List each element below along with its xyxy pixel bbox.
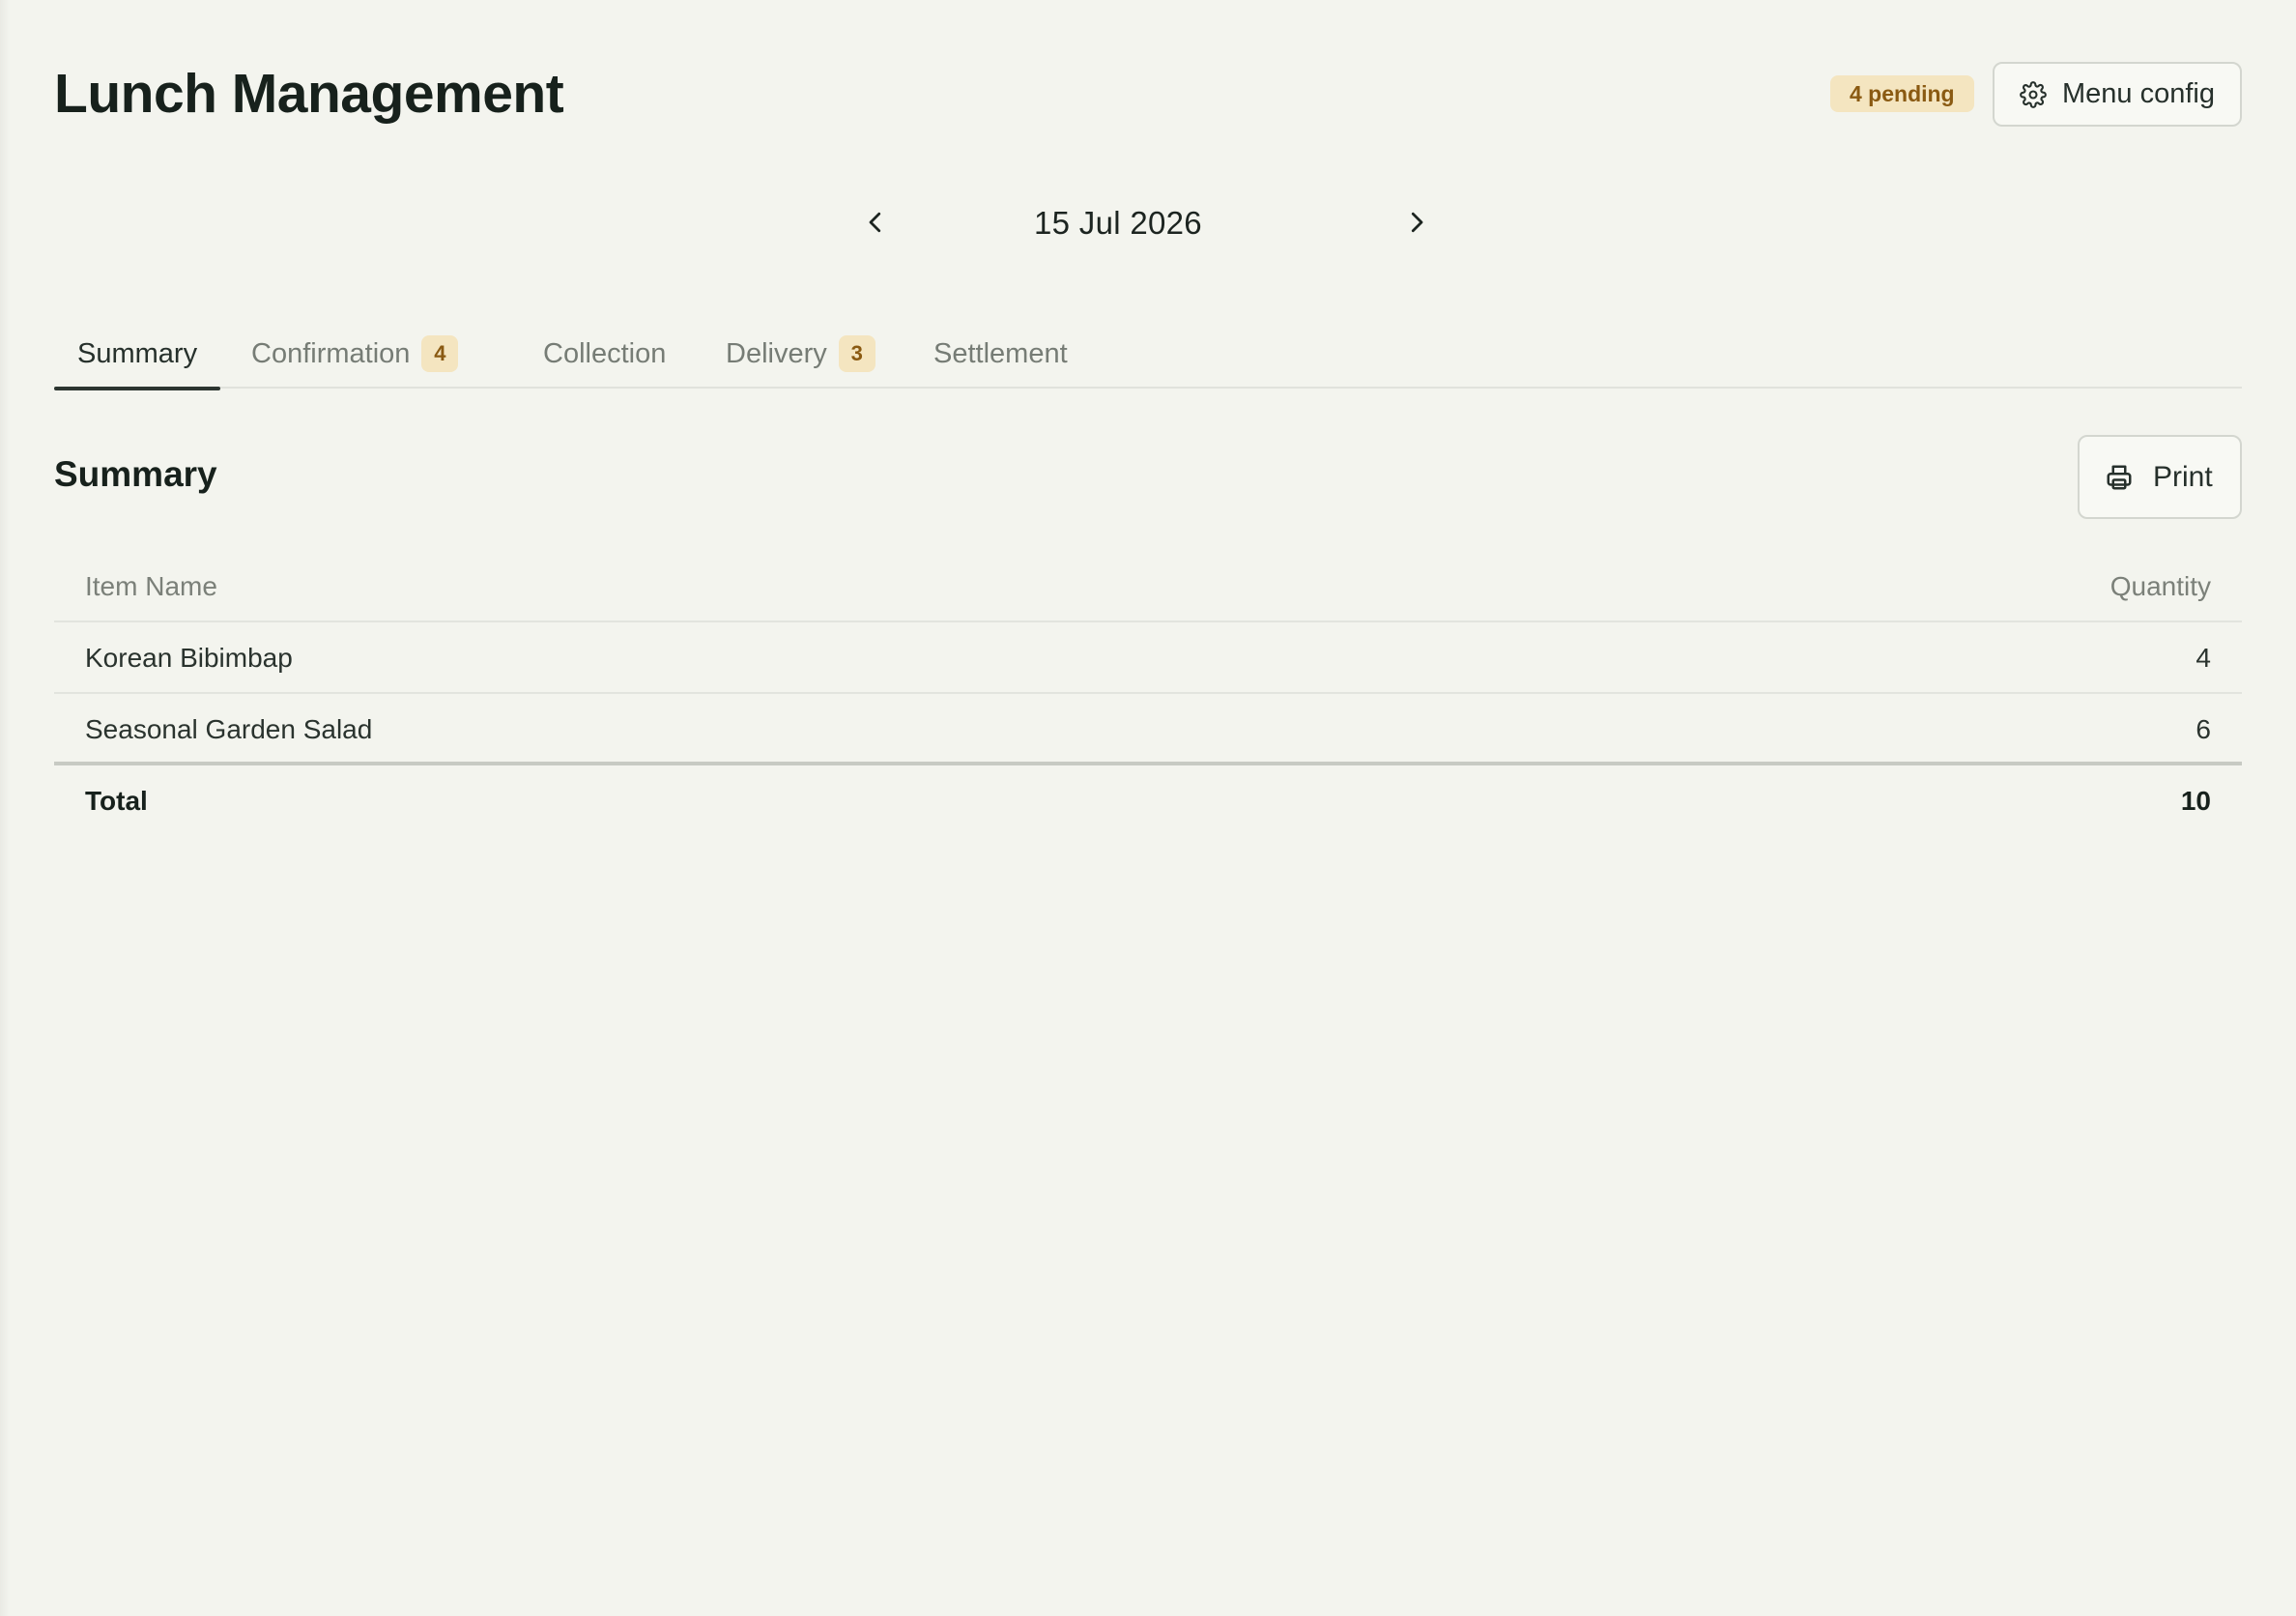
printer-icon [2107, 465, 2132, 489]
item-name-cell: Seasonal Garden Salad [85, 714, 373, 744]
gear-icon [2020, 80, 2047, 108]
item-name-cell: Korean Bibimbap [85, 643, 293, 673]
tab-confirmation[interactable]: Confirmation 4 [228, 319, 481, 389]
table-header-row: Item Name Quantity [54, 551, 2242, 622]
next-day-button[interactable] [1397, 203, 1436, 242]
chevron-right-icon [1411, 212, 1423, 233]
tab-bar: Summary Confirmation 4 Collection Delive… [54, 319, 2242, 390]
summary-table: Item Name Quantity Korean Bibimbap 4 Sea… [54, 551, 2242, 837]
total-quantity: 10 [2180, 786, 2211, 816]
quantity-cell: 6 [2196, 714, 2211, 744]
tab-summary[interactable]: Summary [54, 319, 221, 390]
print-label: Print [2153, 460, 2213, 493]
column-header-item-name: Item Name [85, 571, 217, 601]
tab-count-badge: 4 [421, 335, 459, 372]
edge-shadow [0, 0, 10, 1616]
tab-count-badge: 3 [838, 335, 875, 372]
table-row: Seasonal Garden Salad 6 [54, 694, 2242, 765]
tab-settlement[interactable]: Settlement [910, 319, 1091, 389]
menu-config-label: Menu config [2062, 78, 2215, 109]
print-button[interactable]: Print [2078, 435, 2242, 519]
page-header: Lunch Management 4 pending Menu config [54, 56, 2242, 133]
column-header-quantity: Quantity [2109, 571, 2211, 601]
table-row: Korean Bibimbap 4 [54, 622, 2242, 694]
table-total-row: Total 10 [54, 765, 2242, 837]
quantity-cell: 4 [2196, 643, 2211, 673]
tab-label: Confirmation [251, 337, 411, 369]
page-title: Lunch Management [54, 63, 564, 125]
page: Lunch Management 4 pending Menu config 1… [0, 0, 2296, 1616]
menu-config-button[interactable]: Menu config [1993, 62, 2242, 127]
tab-label: Settlement [933, 337, 1068, 369]
tab-label: Delivery [726, 337, 827, 369]
tab-delivery[interactable]: Delivery 3 [703, 319, 899, 389]
section-title: Summary [54, 454, 217, 494]
tab-label: Collection [543, 337, 667, 369]
previous-day-button[interactable] [856, 203, 895, 242]
tab-label: Summary [77, 337, 198, 369]
pending-badge: 4 pending [1830, 75, 1974, 112]
chevron-left-icon [869, 212, 881, 233]
total-label: Total [85, 786, 148, 816]
tab-collection[interactable]: Collection [520, 319, 689, 389]
date-navigator: 15 Jul 2026 [54, 193, 2242, 251]
current-date: 15 Jul 2026 [1034, 205, 1202, 241]
